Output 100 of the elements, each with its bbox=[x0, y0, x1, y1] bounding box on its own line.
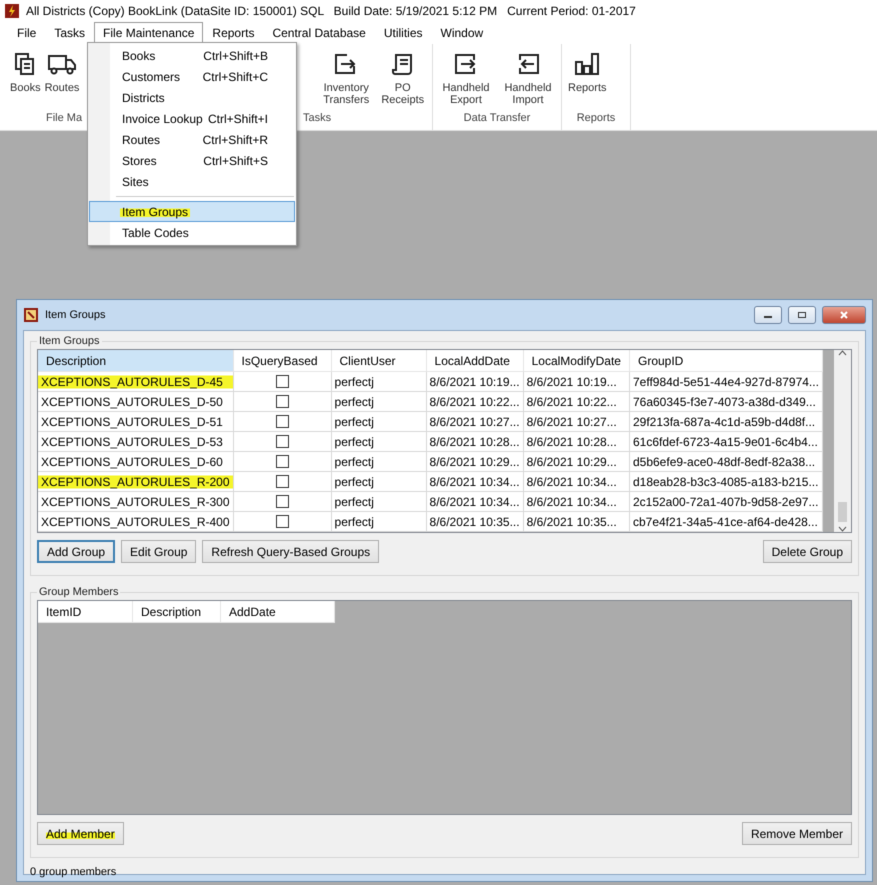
menu-item[interactable]: Routes Ctrl+Shift+R bbox=[89, 129, 295, 150]
ribbon-group-label: Data Transfer bbox=[464, 112, 530, 126]
table-cell: 8/6/2021 10:19... bbox=[523, 372, 630, 392]
ribbon-group-label: Tasks bbox=[303, 112, 332, 126]
ribbon-button[interactable]: PO Receipts bbox=[378, 52, 428, 106]
action-button[interactable]: Remove Member bbox=[742, 822, 852, 845]
table-cell: 8/6/2021 10:28... bbox=[523, 432, 630, 452]
table-cell: 2c152a00-72a1-407b-9d58-2e97... bbox=[629, 492, 822, 512]
bar-chart-icon bbox=[574, 52, 600, 76]
menu-item[interactable]: Customers Ctrl+Shift+C bbox=[89, 66, 295, 87]
table-cell: 8/6/2021 10:34... bbox=[523, 492, 630, 512]
menu-item[interactable]: Sites bbox=[89, 171, 295, 192]
scroll-thumb[interactable] bbox=[838, 502, 847, 522]
checkbox[interactable] bbox=[276, 435, 289, 448]
table-cell: 8/6/2021 10:19... bbox=[426, 372, 524, 392]
ribbon-button[interactable]: Reports bbox=[566, 52, 609, 94]
ribbon-button-label: Reports bbox=[568, 82, 607, 94]
table-cell: 8/6/2021 10:27... bbox=[426, 412, 524, 432]
menu-item[interactable]: File Maintenance bbox=[94, 22, 204, 44]
action-button[interactable]: Edit Group bbox=[121, 540, 196, 563]
menu-item-label: Item Groups bbox=[120, 204, 190, 218]
scrollbar[interactable] bbox=[834, 350, 851, 532]
checkbox[interactable] bbox=[276, 515, 289, 528]
column-header[interactable]: Description bbox=[132, 601, 220, 622]
menu-item-label: Table Codes bbox=[121, 226, 190, 240]
table-cell: XCEPTIONS_AUTORULES_D-60 bbox=[38, 452, 234, 472]
table-cell: 8/6/2021 10:34... bbox=[426, 472, 524, 492]
ribbon-button[interactable]: Routes bbox=[42, 52, 82, 94]
status-text: 0 group members bbox=[30, 865, 118, 878]
column-header[interactable]: ItemID bbox=[38, 601, 132, 622]
column-header[interactable]: GroupID bbox=[629, 350, 822, 372]
shortcut-text: Ctrl+Shift+R bbox=[202, 132, 268, 146]
column-header[interactable]: IsQueryBased bbox=[233, 350, 332, 372]
ribbon-button[interactable]: Inventory Transfers bbox=[321, 52, 372, 106]
checkbox[interactable] bbox=[276, 455, 289, 468]
shortcut-text: Ctrl+Shift+C bbox=[202, 70, 268, 84]
menu-item[interactable]: Districts bbox=[89, 87, 295, 108]
checkbox[interactable] bbox=[276, 495, 289, 508]
checkbox[interactable] bbox=[276, 395, 289, 408]
close-button[interactable] bbox=[822, 306, 866, 324]
table-cell: 8/6/2021 10:27... bbox=[523, 412, 630, 432]
shortcut-text: Ctrl+Shift+I bbox=[208, 112, 268, 126]
menu-item[interactable]: File bbox=[8, 22, 46, 44]
menu-item[interactable]: Central Database bbox=[263, 22, 375, 44]
ribbon-button[interactable]: Handheld Export bbox=[437, 52, 495, 106]
column-header[interactable]: Description bbox=[38, 350, 234, 372]
table-cell: 61c6fdef-6723-4a15-9e01-6c4b4... bbox=[629, 432, 822, 452]
table-cell: perfectj bbox=[331, 472, 426, 492]
ribbon-group-label: Reports bbox=[576, 112, 616, 126]
table-cell: XCEPTIONS_AUTORULES_D-45 bbox=[38, 372, 234, 392]
table-cell: XCEPTIONS_AUTORULES_R-300 bbox=[38, 492, 234, 512]
close-icon bbox=[839, 311, 849, 319]
menu-item-label: Books bbox=[121, 48, 156, 62]
action-button[interactable]: Delete Group bbox=[762, 540, 852, 563]
ribbon-group-label: File Ma bbox=[46, 112, 82, 126]
ribbon-button[interactable]: Handheld Import bbox=[499, 52, 557, 106]
ribbon-button[interactable]: Books bbox=[8, 52, 43, 94]
table-cell: perfectj bbox=[331, 452, 426, 472]
checkbox[interactable] bbox=[276, 475, 289, 488]
menu-item[interactable]: Reports bbox=[203, 22, 264, 44]
minimize-button[interactable] bbox=[754, 306, 782, 324]
ribbon-button-label: Handheld Import bbox=[503, 82, 553, 106]
column-header[interactable]: AddDate bbox=[220, 601, 334, 622]
checkbox[interactable] bbox=[276, 415, 289, 428]
menu-item[interactable]: Item Groups bbox=[89, 201, 295, 222]
maximize-button[interactable] bbox=[788, 306, 816, 324]
column-header[interactable]: ClientUser bbox=[331, 350, 426, 372]
window-icon bbox=[23, 307, 39, 323]
menu-item[interactable]: Invoice Lookup Ctrl+Shift+I bbox=[89, 108, 295, 129]
menu-item[interactable]: Utilities bbox=[374, 22, 432, 44]
menu-item[interactable]: Books Ctrl+Shift+B bbox=[89, 45, 295, 66]
table-cell: cb7e4f21-34a5-41ce-af64-de428... bbox=[629, 512, 822, 532]
column-header[interactable]: LocalAddDate bbox=[426, 350, 524, 372]
action-button[interactable]: Refresh Query-Based Groups bbox=[202, 540, 380, 563]
checkbox[interactable] bbox=[276, 375, 289, 388]
table-cell: XCEPTIONS_AUTORULES_R-400 bbox=[38, 512, 234, 532]
menu-item[interactable]: Window bbox=[432, 22, 492, 44]
table-cell: perfectj bbox=[331, 432, 426, 452]
shortcut-text: Ctrl+Shift+S bbox=[203, 154, 268, 168]
table-cell: 8/6/2021 10:22... bbox=[523, 392, 630, 412]
table-cell: perfectj bbox=[331, 372, 426, 392]
table-cell: XCEPTIONS_AUTORULES_D-53 bbox=[38, 432, 234, 452]
menu-item[interactable]: Tasks bbox=[45, 22, 94, 44]
table-cell: 8/6/2021 10:22... bbox=[426, 392, 524, 412]
table-cell: perfectj bbox=[331, 512, 426, 532]
table-cell: 8/6/2021 10:28... bbox=[426, 432, 524, 452]
table-cell: 8/6/2021 10:34... bbox=[426, 492, 524, 512]
table-cell: 29f213fa-687a-4c1d-a59b-d4d8f... bbox=[629, 412, 822, 432]
table-cell: 7eff984d-5e51-44e4-927d-87974... bbox=[629, 372, 822, 392]
column-header[interactable]: LocalModifyDate bbox=[523, 350, 630, 372]
action-button[interactable]: Add Group bbox=[37, 540, 116, 563]
menu-item[interactable]: Stores Ctrl+Shift+S bbox=[89, 150, 295, 171]
ribbon-button-label: Books bbox=[10, 82, 41, 94]
maximize-icon bbox=[797, 311, 807, 319]
menu-item-label: Stores bbox=[121, 154, 158, 168]
table-cell: XCEPTIONS_AUTORULES_D-51 bbox=[38, 412, 234, 432]
menu-item-label: Sites bbox=[121, 174, 150, 188]
window-title: Item Groups bbox=[45, 309, 107, 321]
menu-item[interactable]: Table Codes bbox=[89, 222, 295, 243]
ribbon-button-label: Inventory Transfers bbox=[323, 82, 370, 106]
